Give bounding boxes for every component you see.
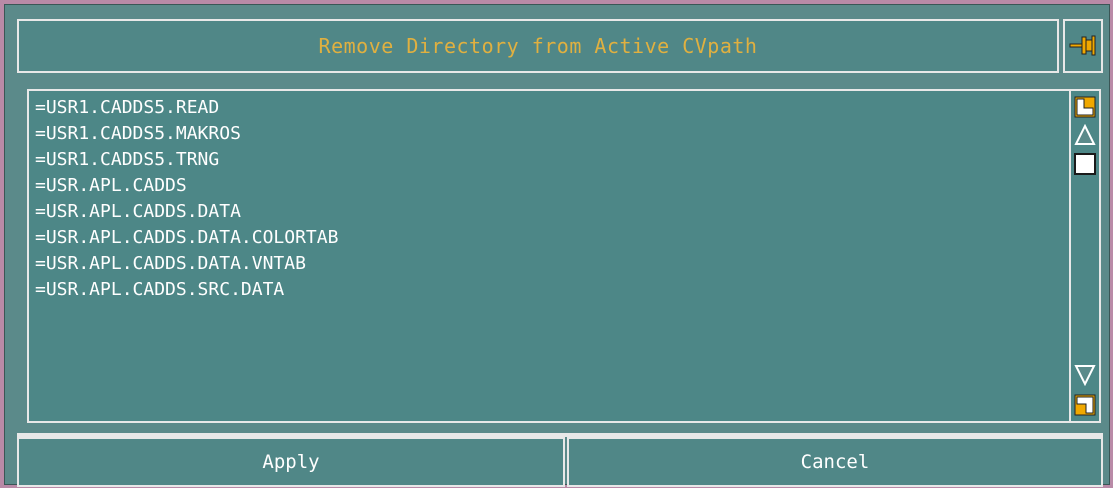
list-item[interactable]: =USR1.CADDS5.READ: [35, 95, 338, 121]
scroll-to-top-button[interactable]: [1073, 95, 1097, 119]
cancel-button[interactable]: Cancel: [567, 437, 1103, 487]
scroll-down-button[interactable]: [1073, 363, 1097, 387]
scroll-up-arrow-icon: [1074, 124, 1096, 145]
list-item[interactable]: =USR1.CADDS5.MAKROS: [35, 121, 338, 147]
pushpin-icon: [1069, 35, 1096, 56]
scroll-to-bottom-icon: [1074, 394, 1096, 416]
list-item[interactable]: =USR.APL.CADDS.DATA.COLORTAB: [35, 225, 338, 251]
scroll-to-top-icon: [1074, 96, 1096, 118]
list-item[interactable]: =USR.APL.CADDS.SRC.DATA: [35, 277, 338, 303]
vertical-scrollbar[interactable]: [1069, 91, 1099, 421]
dialog-title: Remove Directory from Active CVpath: [318, 34, 758, 58]
list-item[interactable]: =USR1.CADDS5.TRNG: [35, 147, 338, 173]
scroll-to-bottom-button[interactable]: [1073, 393, 1097, 417]
scrollbar-thumb[interactable]: [1074, 153, 1096, 175]
apply-button[interactable]: Apply: [17, 437, 565, 487]
directory-list: =USR1.CADDS5.READ =USR1.CADDS5.MAKROS =U…: [35, 95, 338, 303]
directory-listbox[interactable]: =USR1.CADDS5.READ =USR1.CADDS5.MAKROS =U…: [27, 89, 1101, 423]
pin-button[interactable]: [1063, 19, 1103, 73]
dialog-title-bar[interactable]: Remove Directory from Active CVpath: [17, 19, 1059, 73]
list-item[interactable]: =USR.APL.CADDS: [35, 173, 338, 199]
remove-directory-dialog: Remove Directory from Active CVpath =USR…: [4, 4, 1110, 487]
scroll-down-arrow-icon: [1074, 365, 1096, 386]
list-item[interactable]: =USR.APL.CADDS.DATA: [35, 199, 338, 225]
scroll-up-button[interactable]: [1073, 123, 1097, 147]
list-item[interactable]: =USR.APL.CADDS.DATA.VNTAB: [35, 251, 338, 277]
